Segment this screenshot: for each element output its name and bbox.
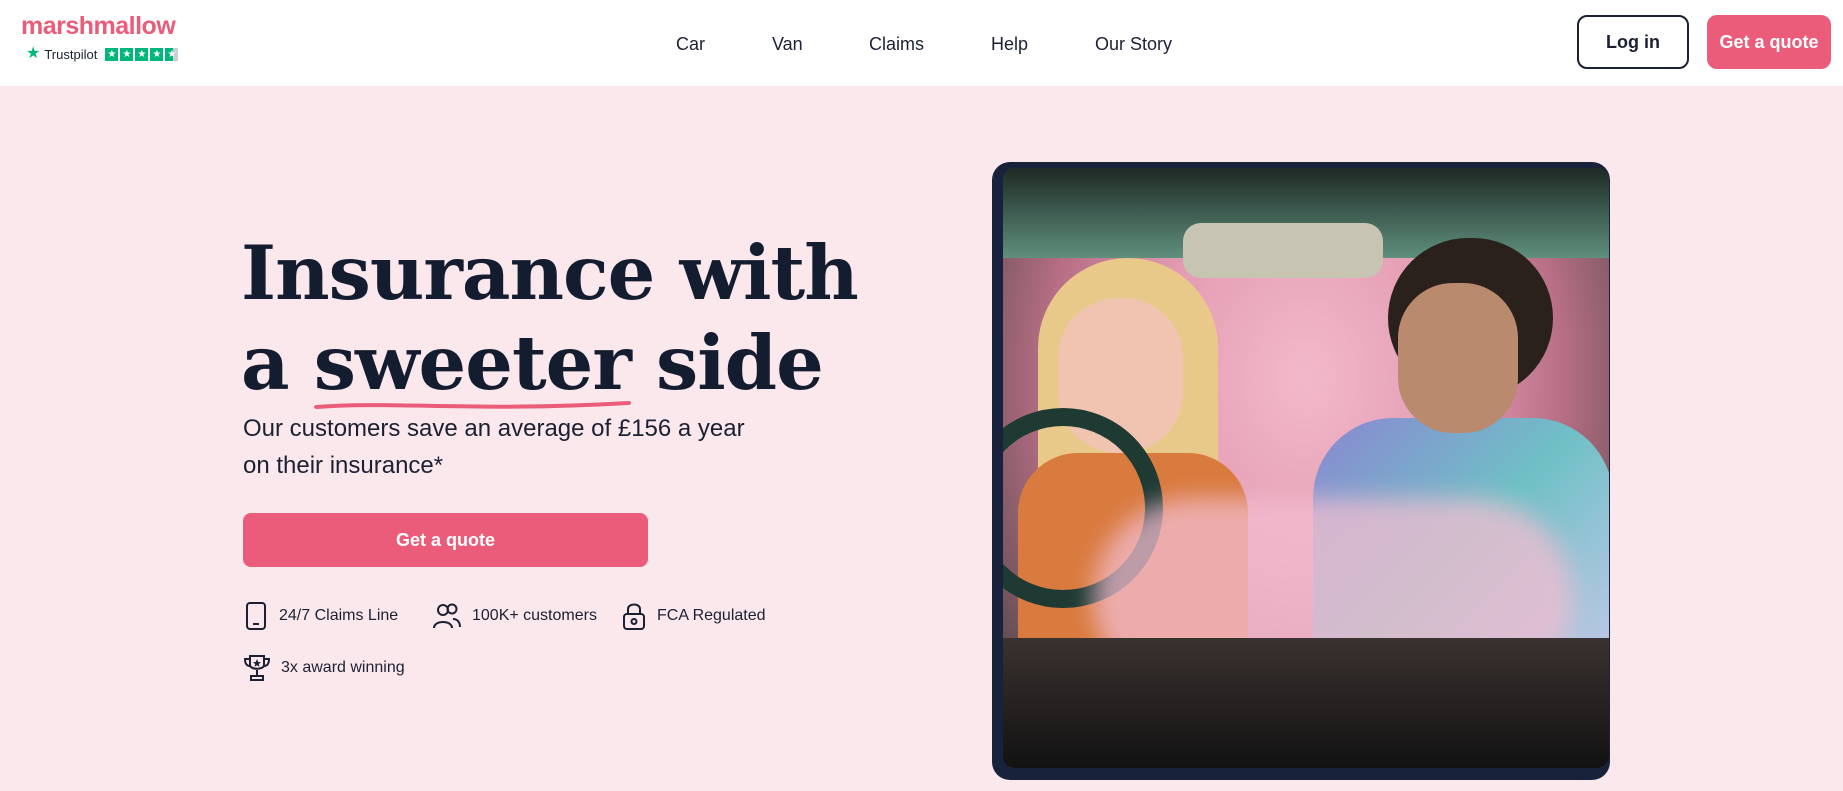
phone-icon: [246, 602, 266, 630]
trustpilot-rating[interactable]: ★ Trustpilot ★ ★ ★ ★ ★: [26, 45, 179, 62]
feature-claims-line: 24/7 Claims Line: [243, 601, 398, 631]
star-icon: ★: [105, 47, 119, 61]
star-icon: ★: [135, 47, 149, 61]
hero-title-line2: a sweeter side: [241, 318, 858, 409]
marshmallow-logo[interactable]: marshmallow: [21, 12, 176, 41]
hero-title-line1: Insurance with: [241, 229, 859, 317]
site-header: marshmallow ★ Trustpilot ★ ★ ★ ★ ★ Car V…: [0, 0, 1843, 86]
star-icon: ★: [120, 47, 134, 61]
hero-subtitle: Our customers save an average of £156 a …: [243, 415, 745, 479]
feature-customers: 100K+ customers: [432, 601, 597, 631]
trustpilot-star-icon: ★: [26, 45, 41, 62]
trustpilot-label: Trustpilot: [44, 46, 98, 62]
trustpilot-stars: ★ ★ ★ ★ ★: [105, 47, 179, 61]
nav-item-our-story[interactable]: Our Story: [1095, 34, 1172, 55]
login-button[interactable]: Log in: [1577, 15, 1689, 69]
hero-title: Insurance with a sweeter side: [241, 228, 859, 409]
nav-item-van[interactable]: Van: [772, 34, 803, 55]
star-icon: ★: [150, 47, 164, 61]
feature-label: FCA Regulated: [657, 607, 766, 624]
feature-label: 100K+ customers: [472, 607, 597, 624]
nav-item-claims[interactable]: Claims: [869, 34, 924, 55]
trophy-icon: [243, 655, 271, 681]
lock-icon: [623, 603, 645, 630]
hero-title-highlight: sweeter: [313, 318, 632, 409]
feature-label: 3x award winning: [281, 659, 405, 676]
hero-photo: [1003, 168, 1609, 768]
nav-item-help[interactable]: Help: [991, 34, 1028, 55]
nav-item-car[interactable]: Car: [676, 34, 705, 55]
half-star-icon: ★: [165, 47, 179, 61]
feature-fca: FCA Regulated: [621, 601, 766, 631]
get-quote-hero-button[interactable]: Get a quote: [243, 513, 648, 567]
people-icon: [433, 603, 461, 629]
feature-awards: 3x award winning: [243, 653, 405, 683]
feature-label: 24/7 Claims Line: [279, 607, 399, 624]
get-quote-header-button[interactable]: Get a quote: [1707, 15, 1831, 69]
